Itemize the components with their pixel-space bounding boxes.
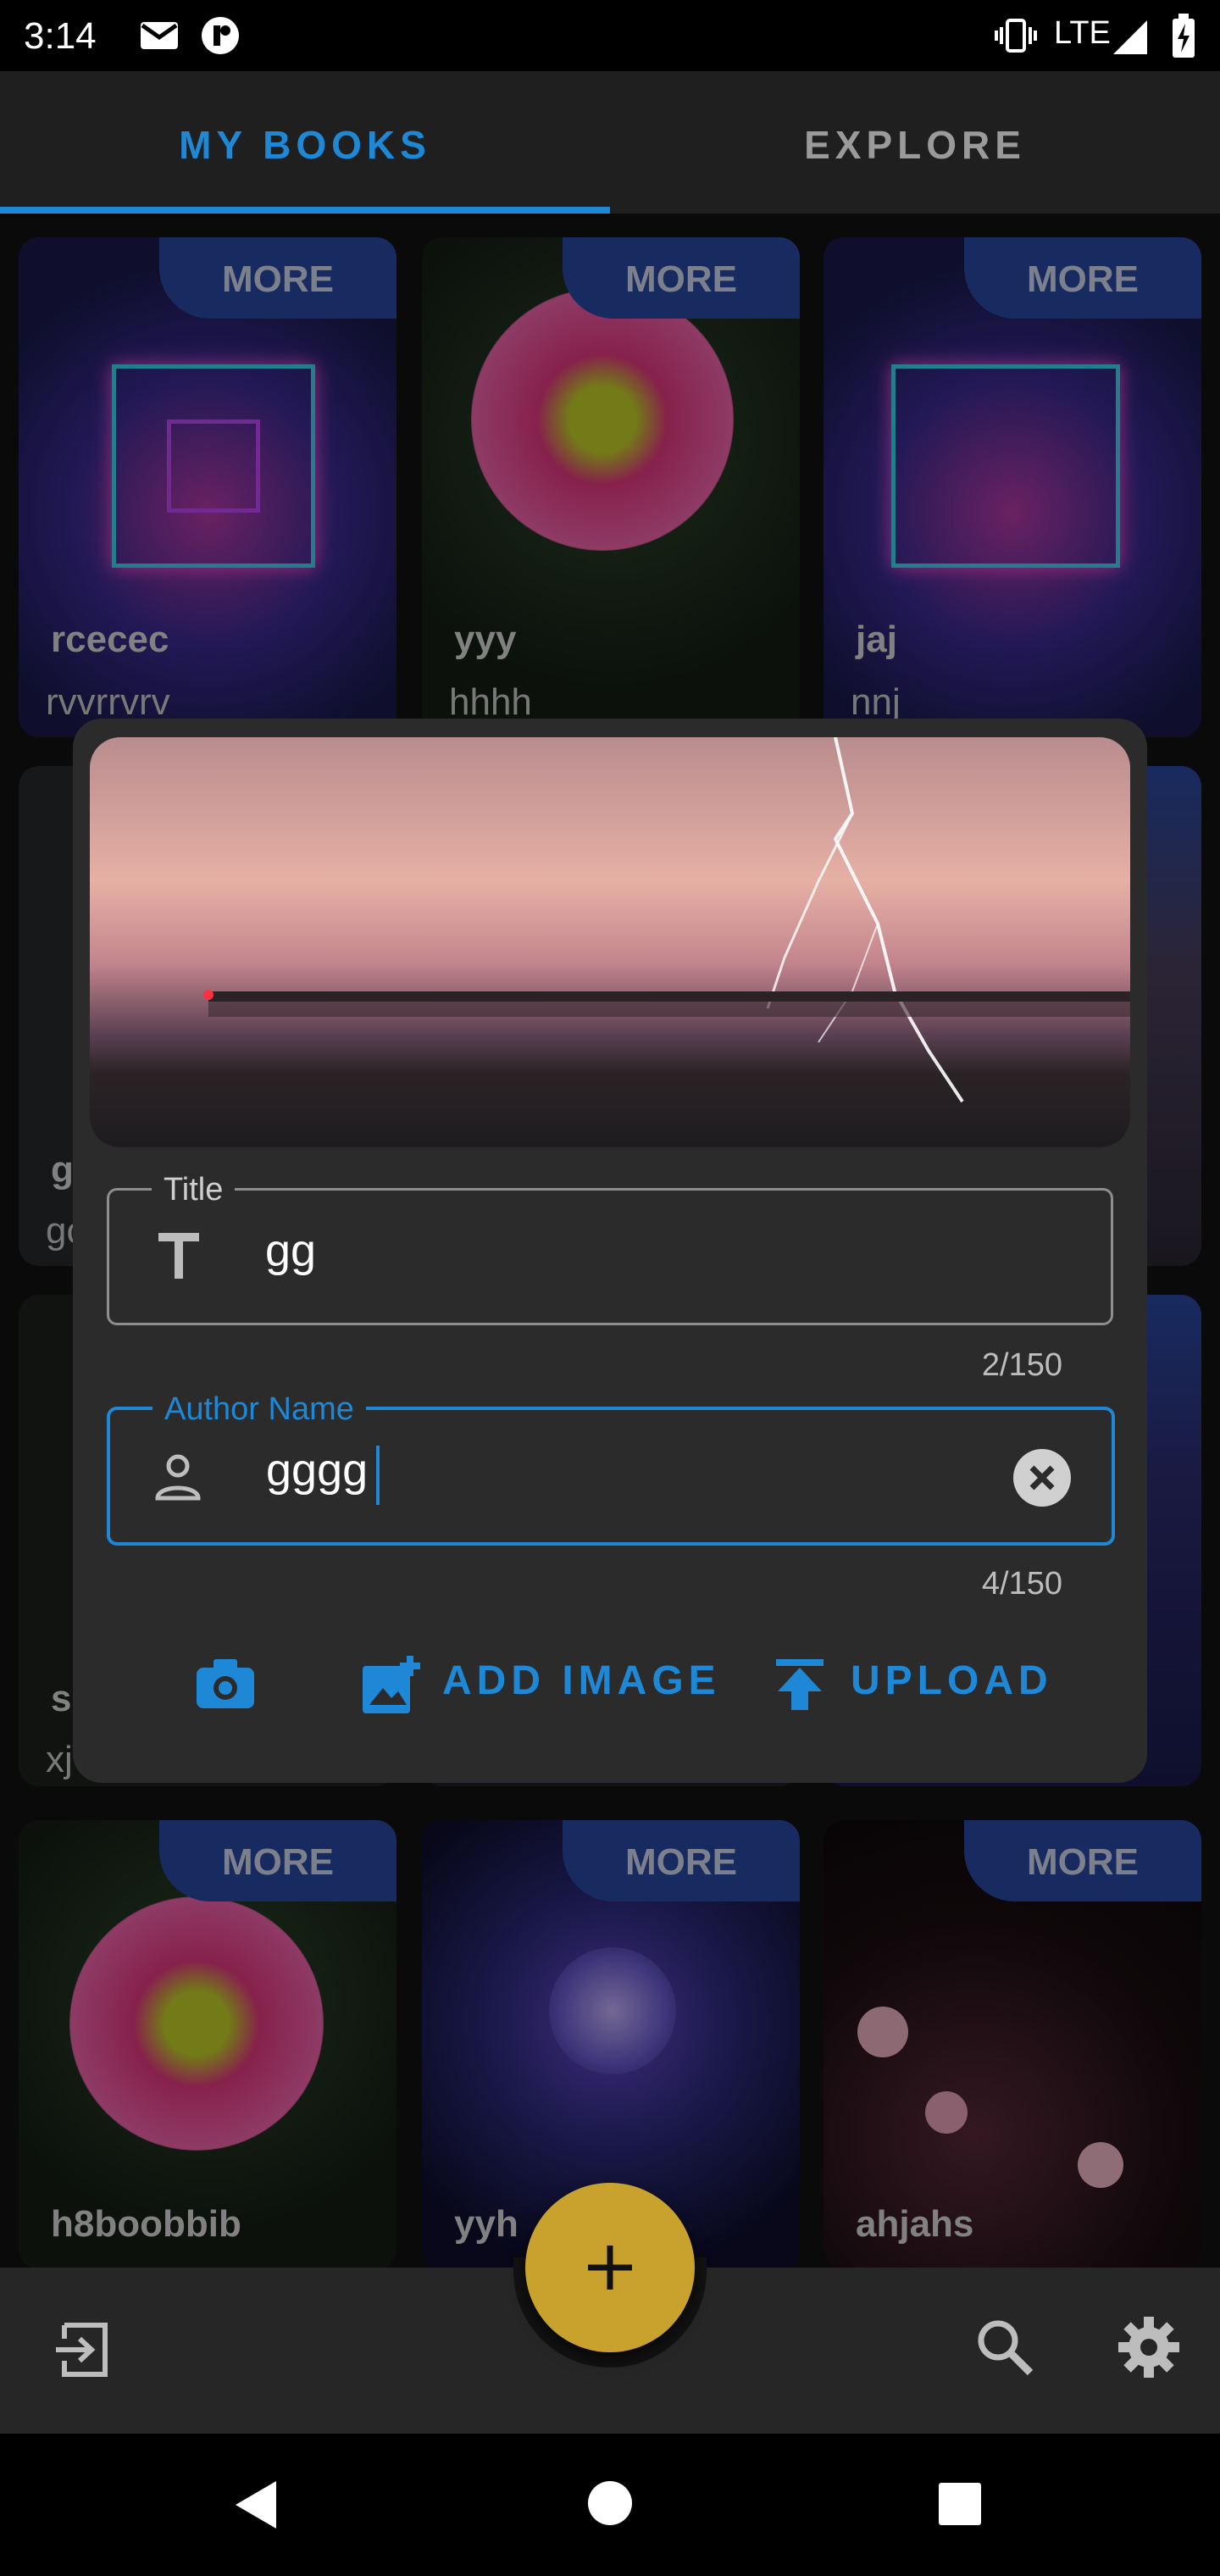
upload-button[interactable]: UPLOAD [851,1657,1053,1704]
author-field[interactable]: Author Name gggg [107,1391,1115,1546]
author-field-label: Author Name [152,1391,366,1428]
camera-icon[interactable] [195,1656,256,1710]
tab-explore[interactable]: EXPLORE [610,122,1220,168]
tab-bar: MY BOOKS EXPLORE [0,71,1220,214]
system-nav-bar [0,2434,1220,2576]
title-input[interactable]: gg [265,1224,316,1277]
plus-icon [588,2246,632,2290]
add-image-icon[interactable] [361,1654,422,1715]
logout-icon[interactable] [53,2320,112,2379]
battery-charging-icon [1173,14,1195,58]
tab-indicator [0,207,610,214]
text-icon [158,1233,199,1279]
title-counter: 2/150 [981,1347,1062,1383]
tab-my-books[interactable]: MY BOOKS [0,122,610,168]
author-counter: 4/150 [981,1566,1062,1602]
status-time: 3:14 [24,15,97,57]
book-cover-preview[interactable] [90,737,1130,1147]
home-icon[interactable] [586,2479,634,2527]
add-book-fab[interactable] [525,2183,695,2352]
add-book-dialog: Title gg 2/150 Author Name gggg 4/150 AD… [73,719,1147,1783]
search-icon[interactable] [974,2317,1035,2378]
signal-icon [1113,20,1147,54]
gmail-icon [141,22,178,49]
app-notification-icon [202,17,239,54]
lightning-icon [203,737,1130,1103]
back-icon[interactable] [230,2478,281,2532]
clear-icon[interactable] [1012,1447,1073,1508]
network-type: LTE [1054,15,1111,51]
add-image-button[interactable]: ADD IMAGE [442,1657,721,1704]
text-cursor [376,1446,380,1505]
title-field[interactable]: Title gg [107,1172,1113,1325]
status-bar: 3:14 LTE [0,0,1220,71]
vibrate-icon [995,19,1037,53]
person-icon [155,1454,201,1501]
upload-icon[interactable] [774,1657,825,1712]
settings-icon[interactable] [1117,2315,1181,2379]
recents-icon[interactable] [937,2481,983,2527]
title-field-label: Title [152,1172,236,1208]
author-input[interactable]: gggg [266,1444,368,1496]
